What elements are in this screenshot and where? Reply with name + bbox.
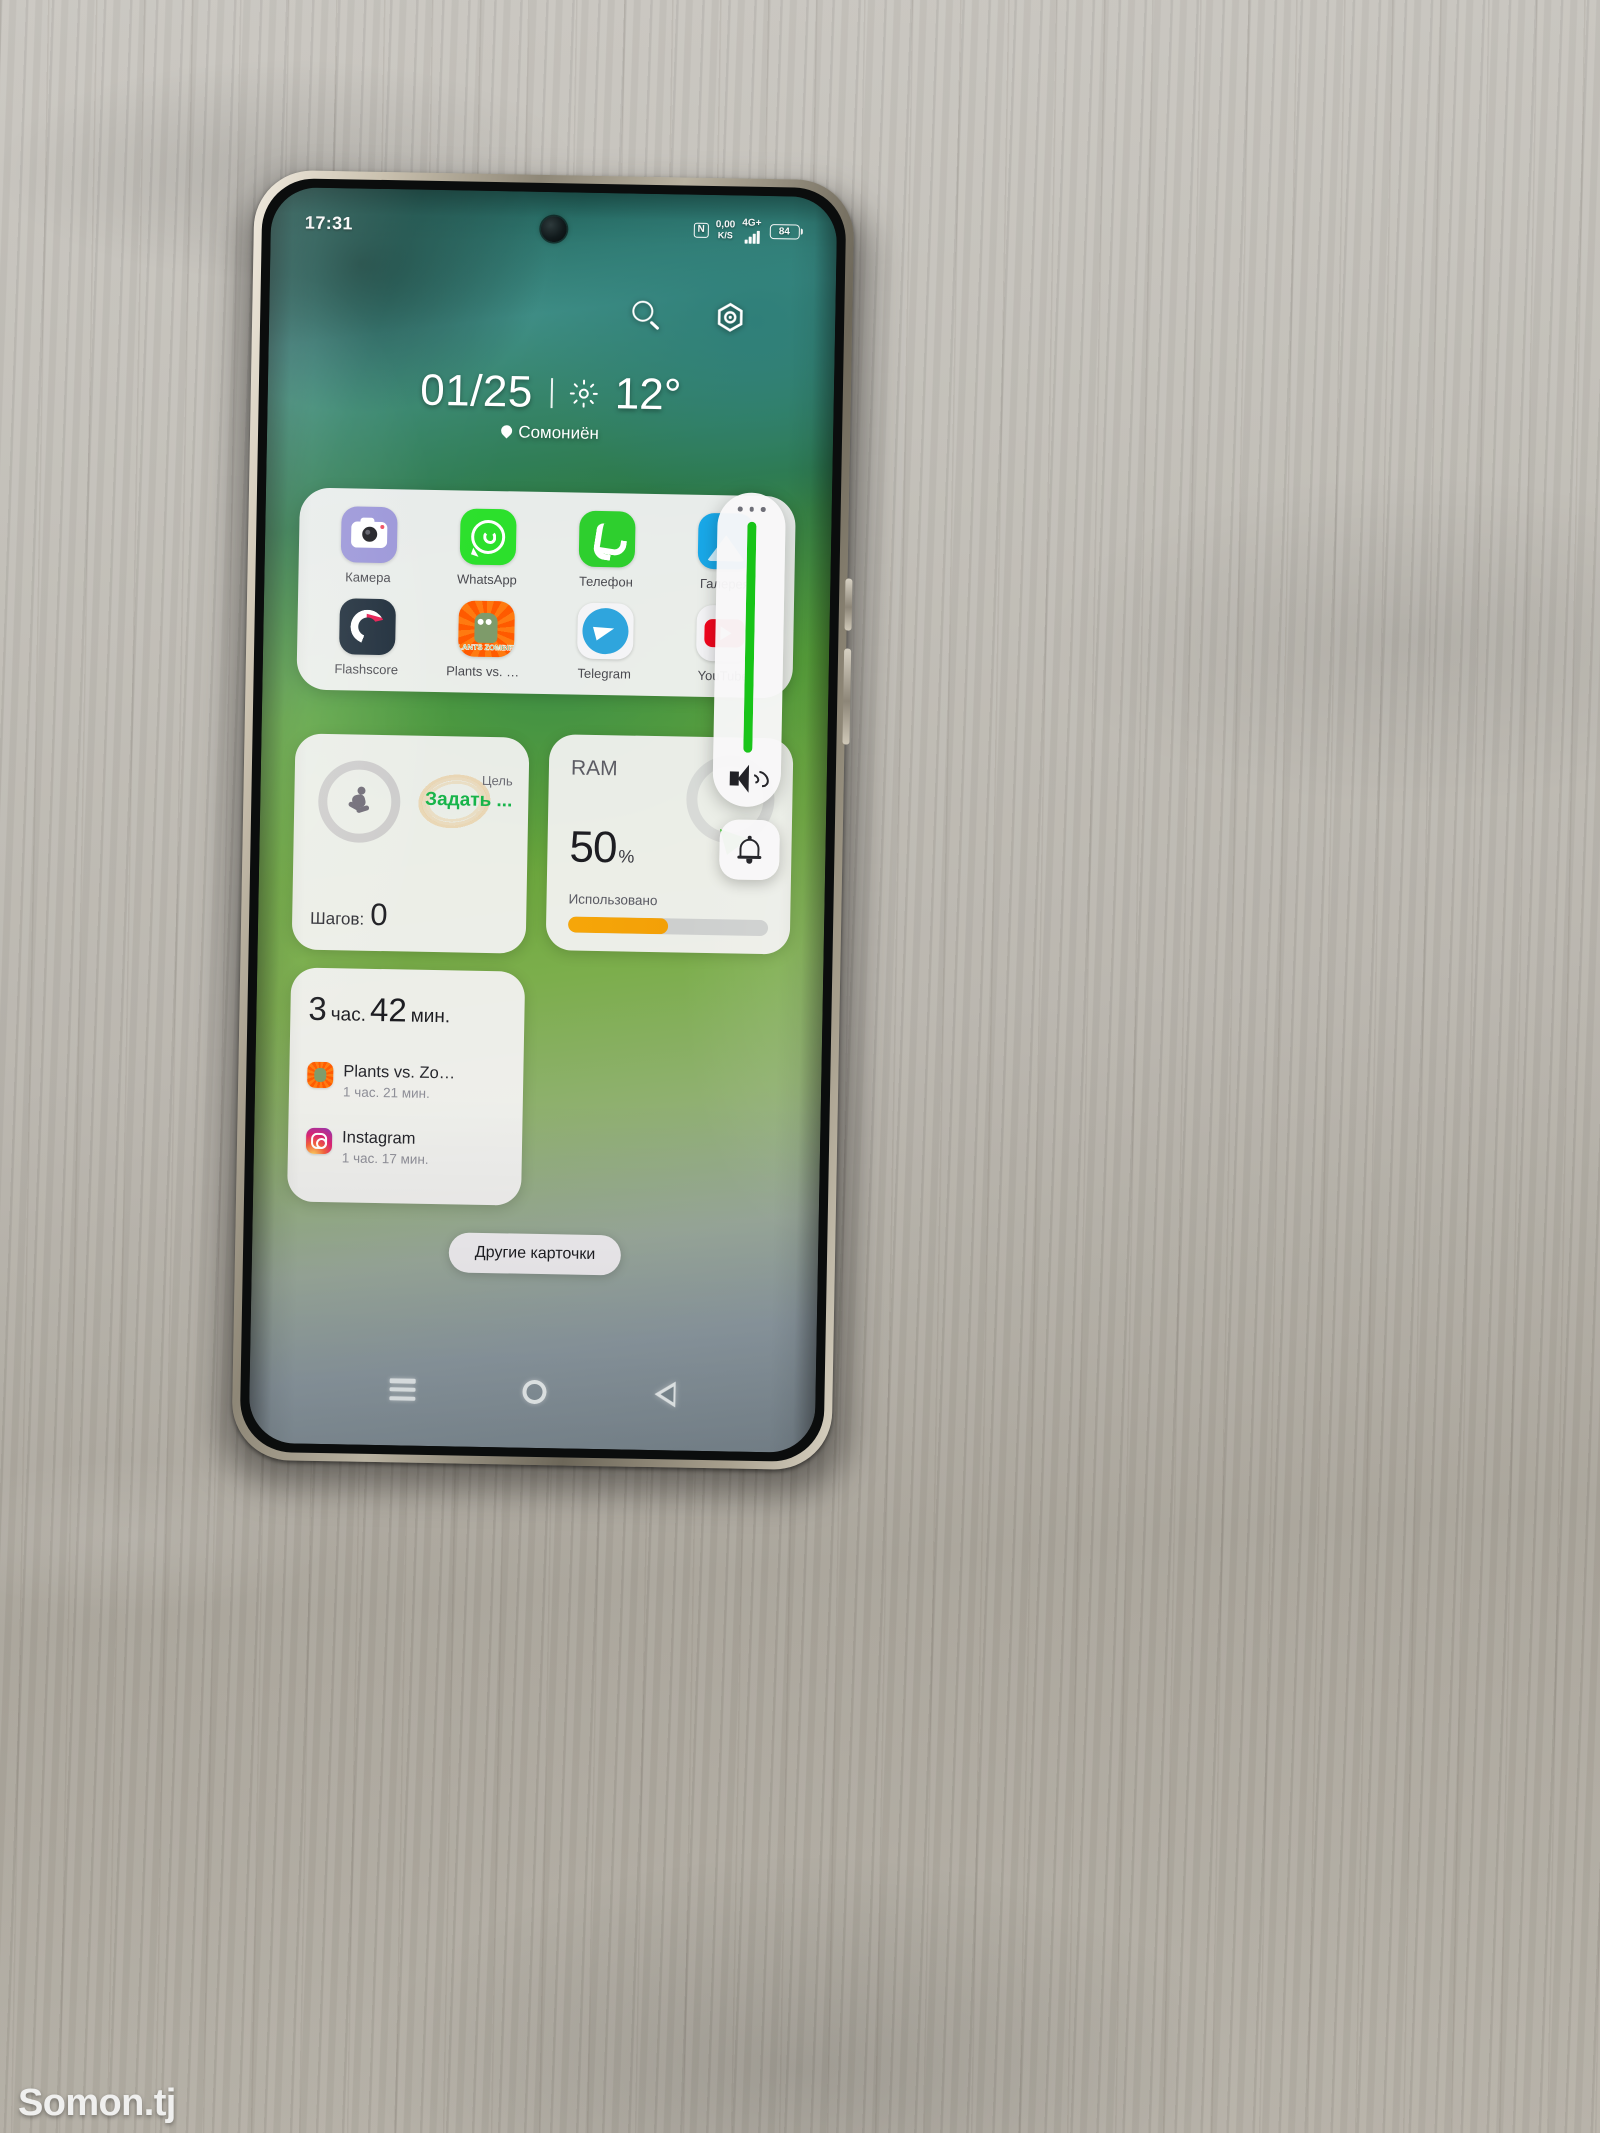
- signal-indicator: 4G+: [742, 217, 763, 244]
- search-icon: [632, 300, 654, 322]
- total-hours: 3: [308, 989, 328, 1028]
- signal-bars-icon: [744, 228, 760, 244]
- app-name: Instagram: [341, 1128, 416, 1148]
- navigation-bar: [249, 1363, 816, 1421]
- whatsapp-icon: [459, 508, 517, 566]
- network-speed-indicator: 0,00 K/S: [716, 219, 736, 240]
- date-weather-widget[interactable]: 01/25 12° Сомониён: [267, 363, 834, 448]
- plants-vs-zombies-icon: PLANTS ZOMBIES: [457, 600, 515, 658]
- network-speed-unit: K/S: [717, 229, 733, 240]
- home-circle-icon[interactable]: [522, 1379, 548, 1405]
- steps-goal-action[interactable]: Задать ...: [425, 789, 513, 813]
- phone-screen: 17:31 N 0,00 K/S 4G+ 84 01/25 12° Сомони…: [248, 186, 838, 1454]
- app-usage-time: 1 час. 17 мин.: [341, 1150, 429, 1167]
- photo-background: 17:31 N 0,00 K/S 4G+ 84 01/25 12° Сомони…: [0, 0, 1600, 2133]
- telegram-icon: [576, 602, 634, 660]
- app-label: Plants vs. Zo…: [446, 663, 525, 680]
- app-label: Камера: [345, 569, 391, 586]
- app-whatsapp[interactable]: WhatsApp: [427, 508, 547, 588]
- steps-goal-label: Цель: [481, 772, 513, 789]
- recents-menu-icon[interactable]: [389, 1378, 416, 1401]
- phone-icon: [578, 510, 636, 568]
- site-watermark: Somon.tj: [18, 2082, 176, 2124]
- battery-icon: 84: [769, 223, 800, 240]
- steps-goal-block[interactable]: Цель Задать ...: [425, 772, 513, 813]
- steps-count-block: Шагов: 0: [310, 896, 388, 933]
- app-telegram[interactable]: Telegram: [545, 602, 665, 682]
- search-button[interactable]: [629, 298, 664, 333]
- power-button[interactable]: [844, 578, 853, 631]
- location-label: Сомониён: [518, 422, 600, 443]
- apps-grid: Камера WhatsApp Телефон Flashscore PLANT…: [307, 506, 786, 685]
- app-label: Telegram: [577, 665, 632, 682]
- camera-icon: [340, 506, 398, 564]
- map-pin-icon: [501, 425, 512, 439]
- network-type-label: 4G+: [742, 217, 762, 229]
- speaker-volume-icon[interactable]: [729, 764, 773, 795]
- ram-usage-bar: [567, 916, 769, 937]
- divider: [550, 378, 554, 409]
- total-minutes: 42: [369, 990, 408, 1029]
- back-triangle-icon[interactable]: [654, 1381, 676, 1408]
- settings-button[interactable]: [713, 300, 748, 335]
- three-dots-icon[interactable]: [737, 506, 766, 512]
- ram-percent-block: 50 %: [569, 822, 635, 873]
- hex-gear-icon: [717, 302, 743, 332]
- bell-ringer-icon: [737, 835, 762, 864]
- flashscore-icon: [338, 598, 396, 656]
- battery-level-label: 84: [778, 225, 790, 237]
- app-phone[interactable]: Телефон: [546, 510, 666, 590]
- ram-title: RAM: [570, 756, 618, 781]
- nfc-icon: N: [693, 222, 709, 238]
- total-minutes-word: мин.: [410, 1005, 451, 1028]
- ram-percent-sign: %: [618, 846, 635, 867]
- app-label: Телефон: [578, 573, 633, 590]
- nfc-glyph: N: [697, 223, 705, 235]
- plants-vs-zombies-icon: [307, 1061, 334, 1089]
- app-flashscore[interactable]: Flashscore: [307, 598, 427, 678]
- status-clock: 17:31: [304, 212, 354, 233]
- app-usage-time: 1 час. 21 мин.: [342, 1084, 430, 1101]
- screen-time-app-row[interactable]: Plants vs. Zo… 1 час. 21 мин.: [307, 1061, 456, 1102]
- date-weather-row: 01/25 12°: [267, 363, 834, 423]
- temperature-label: 12°: [614, 369, 682, 420]
- more-cards-button[interactable]: Другие карточки: [448, 1232, 622, 1276]
- battery-cap: [800, 228, 803, 235]
- app-label: Flashscore: [334, 661, 399, 678]
- steps-widget[interactable]: Цель Задать ... Шагов: 0: [291, 733, 530, 954]
- sun-icon: [569, 379, 598, 408]
- volume-slider[interactable]: [742, 521, 757, 753]
- ringer-mode-button[interactable]: [718, 819, 781, 881]
- runner-icon: [346, 786, 373, 816]
- steps-label: Шагов:: [309, 908, 365, 929]
- screen-time-total: 3 час. 42 мин.: [308, 990, 450, 1031]
- ram-used-label: Использовано: [568, 891, 658, 909]
- volume-slider-fill: [742, 521, 757, 753]
- app-plants-vs-zombies[interactable]: PLANTS ZOMBIES Plants vs. Zo…: [426, 600, 546, 680]
- volume-panel[interactable]: [712, 492, 787, 808]
- ram-usage-bar-fill: [567, 916, 669, 935]
- app-label: WhatsApp: [456, 571, 518, 588]
- screen-time-widget[interactable]: 3 час. 42 мин. Plants vs. Zo… 1 час. 21 …: [286, 967, 526, 1206]
- date-label: 01/25: [419, 365, 534, 417]
- top-action-bar: [629, 298, 748, 334]
- location-row: Сомониён: [267, 418, 833, 448]
- total-hours-word: час.: [330, 1004, 367, 1026]
- status-icons: N 0,00 K/S 4G+ 84: [693, 217, 803, 244]
- phone-device: 17:31 N 0,00 K/S 4G+ 84 01/25 12° Сомони…: [218, 169, 871, 1495]
- app-name: Plants vs. Zo…: [343, 1062, 456, 1083]
- ram-percent-value: 50: [569, 822, 617, 873]
- battery-indicator: 84: [769, 223, 803, 240]
- app-camera[interactable]: Камера: [308, 506, 428, 586]
- steps-value: 0: [369, 896, 388, 933]
- instagram-icon: [305, 1127, 333, 1155]
- screen-time-app-row[interactable]: Instagram 1 час. 17 мин.: [305, 1127, 430, 1167]
